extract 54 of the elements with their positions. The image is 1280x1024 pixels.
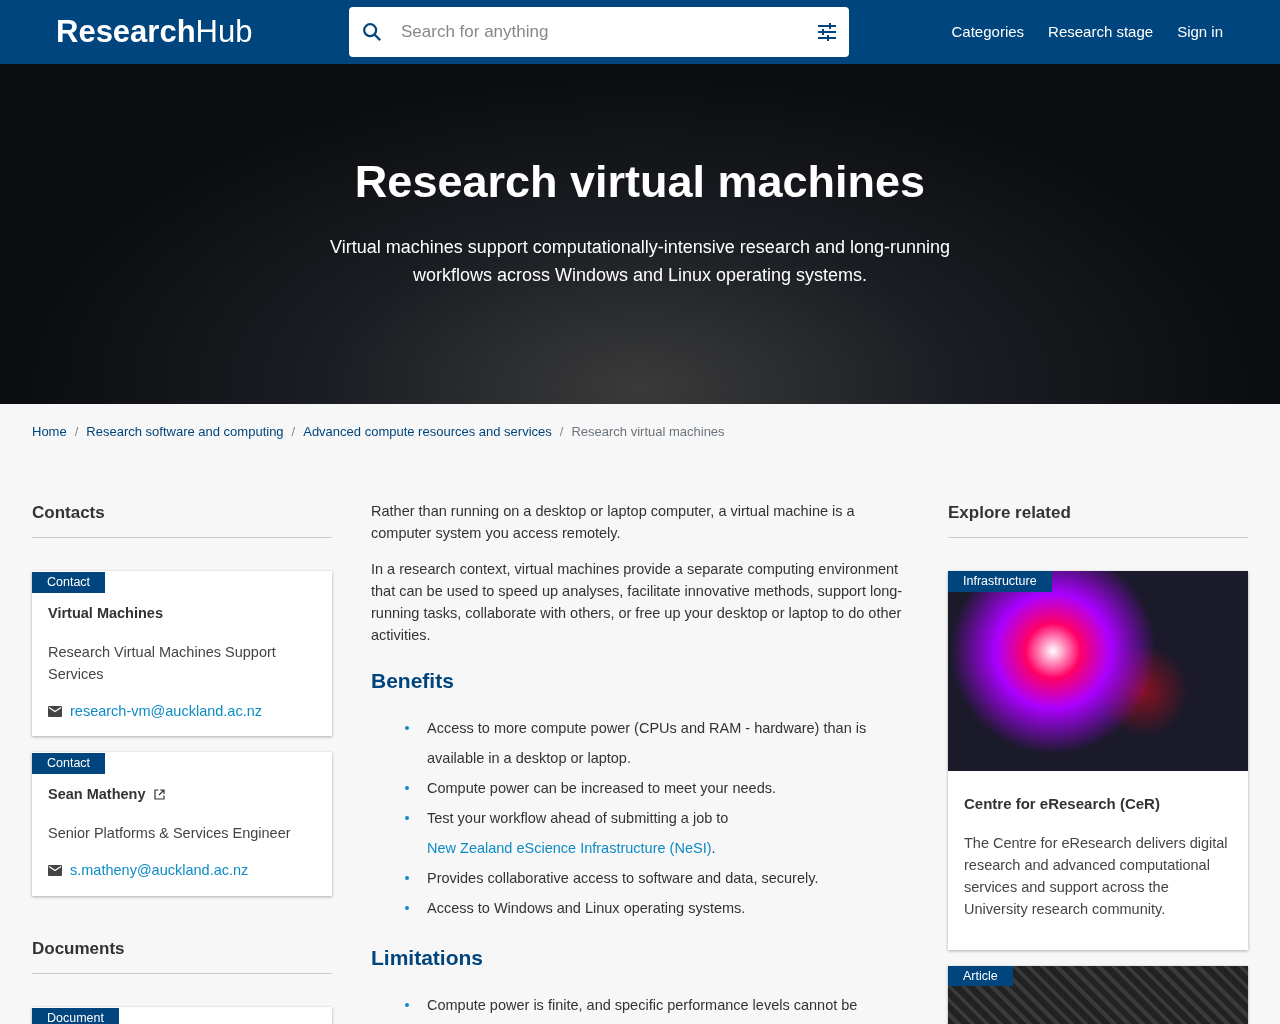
hero-subtitle: Virtual machines support computationally-intensive research and long-running workflows across Windows and Linux operating systems. xyxy=(329,236,951,287)
search-icon xyxy=(361,21,383,43)
card-tag: Contact xyxy=(32,753,106,774)
card-title: Centre for eResearch (CeR) xyxy=(964,794,1161,814)
mail-icon xyxy=(48,865,62,877)
section-heading: Benefits xyxy=(371,667,455,693)
breadcrumb-link[interactable]: Advanced compute resources and services xyxy=(303,422,552,442)
nav-link-item[interactable]: Categories xyxy=(951,20,1025,44)
breadcrumb-link[interactable]: Research software and computing xyxy=(86,422,284,442)
bullet-icon xyxy=(405,905,409,910)
email-link[interactable]: research-vm@auckland.ac.nz xyxy=(70,700,263,723)
list-item: Compute power is finite, and specific performance levels cannot be xyxy=(405,989,907,1020)
contact-role: Research Virtual Machines Support Services xyxy=(48,642,277,684)
contact-name: Virtual Machines xyxy=(48,603,163,623)
card-text: The Centre for eResearch delivers digital research and advanced computational services and support across the University research community. xyxy=(964,833,1229,919)
list-item: Access to Windows and Linux operating systems. xyxy=(405,892,907,923)
search-field[interactable]: Search for anything xyxy=(349,7,849,57)
filter-icon[interactable] xyxy=(817,22,837,42)
nav-link-item[interactable]: Sign in xyxy=(1177,20,1223,44)
external-link-icon[interactable] xyxy=(153,789,165,801)
list-item: Access to more compute power (CPUs and RAM - hardware) than is available in a desktop or laptop. xyxy=(405,712,907,773)
hero-title: Research virtual machines xyxy=(354,155,926,209)
breadcrumb-link[interactable]: Home xyxy=(32,422,67,442)
section-heading: Explore related xyxy=(948,499,1248,538)
card-tag: Infrastructure xyxy=(948,571,1052,592)
breadcrumb-current: Research virtual machines xyxy=(571,423,725,441)
related-card[interactable]: Article xyxy=(948,965,1248,1024)
contact-name: Sean Matheny xyxy=(48,785,146,804)
email-link[interactable]: s.matheny@auckland.ac.nz xyxy=(70,859,249,882)
list-item: Provides collaborative access to software and data, securely. xyxy=(405,862,907,893)
card-tag: Contact xyxy=(32,572,106,593)
related-card[interactable]: Infrastructure Centre for eResearch (CeR) The Centre for eResearch delivers digital research and advanced computational services and support across the University research community. xyxy=(948,571,1248,950)
list-item: Test your workflow ahead of submitting a job to New Zealand eScience Infrastructure (NeSI). xyxy=(405,802,907,863)
card-tag: Document xyxy=(32,1008,119,1024)
breadcrumb-separator: / xyxy=(74,423,79,441)
contact-role: Senior Platforms & Services Engineer xyxy=(48,823,292,843)
breadcrumb-separator: / xyxy=(291,423,296,441)
section-heading: Documents xyxy=(32,935,332,974)
logo[interactable]: ResearchHub xyxy=(56,8,349,56)
section-heading: Limitations xyxy=(371,944,484,970)
body-paragraph: Rather than running on a desktop or laptop computer, a virtual machine is a computer system you access remotely. xyxy=(371,501,856,543)
body-paragraph: In a research context, virtual machines provide a separate computing environment that can be used to speed up analyses, facilitate innovative methods, support long-running tasks, collaborate with others, or free up your desktop or laptop to do other activities. xyxy=(371,559,904,645)
card-tag: Article xyxy=(948,965,1013,987)
bullet-icon xyxy=(405,875,409,880)
breadcrumb-separator: / xyxy=(559,423,564,441)
inline-link[interactable]: New Zealand eScience Infrastructure (NeSI) xyxy=(427,839,712,856)
list-item: Compute power can be increased to meet your needs. xyxy=(405,772,907,803)
bullet-icon xyxy=(405,815,409,820)
mail-icon xyxy=(48,705,62,717)
bullet-icon xyxy=(405,1002,409,1007)
bullet-icon xyxy=(405,785,409,790)
bullet-icon xyxy=(405,725,409,730)
nav-link-item[interactable]: Research stage xyxy=(1048,20,1154,44)
section-heading: Contacts xyxy=(32,499,332,538)
